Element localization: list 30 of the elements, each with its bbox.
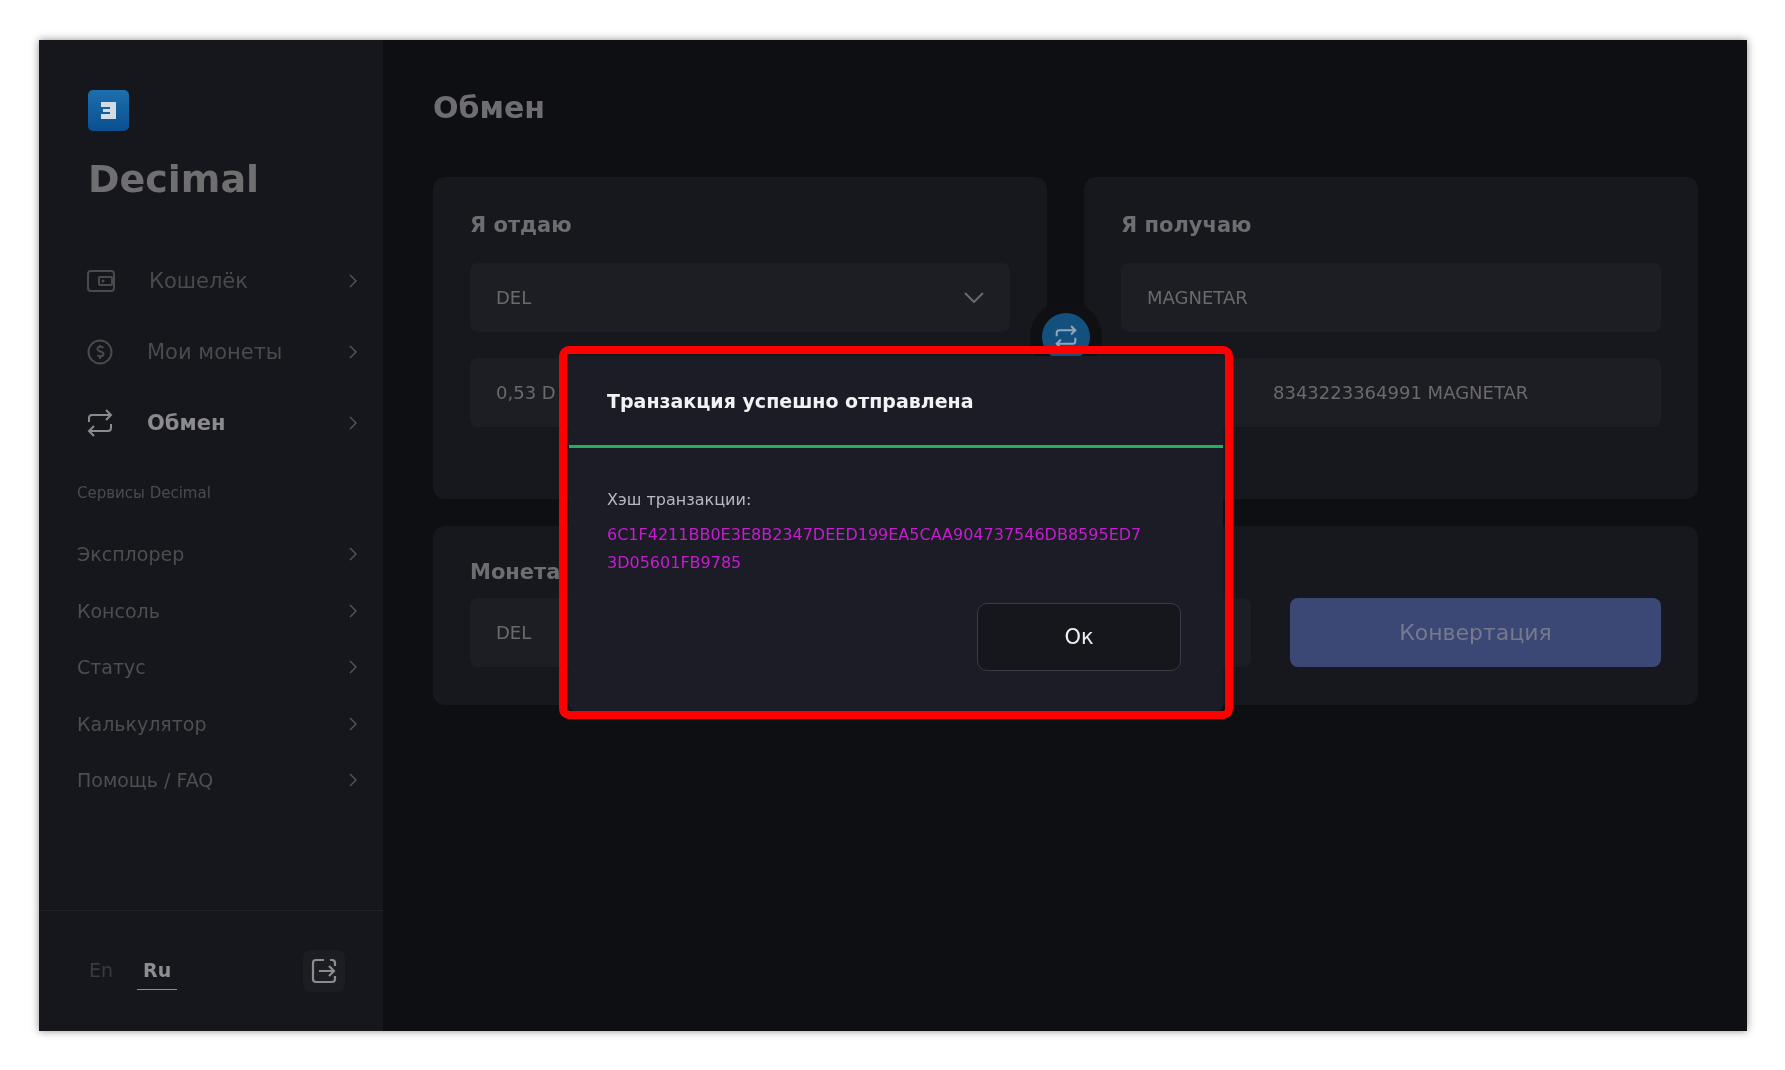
swap-arrows-icon xyxy=(87,407,113,438)
card-title: Монета xyxy=(470,560,561,584)
coin-select[interactable]: DEL xyxy=(470,263,1010,332)
ok-button[interactable]: Ок xyxy=(977,603,1181,671)
transaction-hash: 6C1F4211BB0E3E8B2347DEED199EA5CAA904737546DB8595ED73D05601FB9785 xyxy=(607,524,1143,574)
wallet-icon xyxy=(87,269,115,292)
language-tab[interactable]: Ru xyxy=(137,952,178,990)
card-title: Я отдаю xyxy=(470,213,572,237)
chevron-right-icon xyxy=(349,273,357,288)
chevron-right-icon xyxy=(349,716,357,731)
chevron-right-icon xyxy=(349,547,357,562)
card-title: Я получаю xyxy=(1121,213,1252,237)
chevron-right-icon xyxy=(349,415,357,430)
chevron-right-icon xyxy=(349,603,357,618)
dialog-title: Транзакция успешно отправлена xyxy=(569,356,1223,448)
logout-icon xyxy=(310,957,338,985)
logout-button[interactable] xyxy=(303,950,345,992)
logo-icon xyxy=(88,90,129,131)
dollar-coin-icon xyxy=(87,338,113,365)
convert-button[interactable]: Конвертация xyxy=(1290,598,1661,667)
nav-label: Обмен xyxy=(147,410,227,435)
nav-item[interactable]: Обмен xyxy=(77,387,357,458)
hash-label: Хэш транзакции: xyxy=(607,490,753,509)
chevron-right-icon xyxy=(349,660,357,675)
coin-field[interactable]: MAGNETAR xyxy=(1121,263,1661,332)
chevron-down-icon xyxy=(964,292,984,303)
chevron-right-icon xyxy=(349,773,357,788)
chevron-right-icon xyxy=(349,344,357,359)
page-title: Обмен xyxy=(433,90,547,125)
brand-name: Decimal xyxy=(88,157,261,201)
